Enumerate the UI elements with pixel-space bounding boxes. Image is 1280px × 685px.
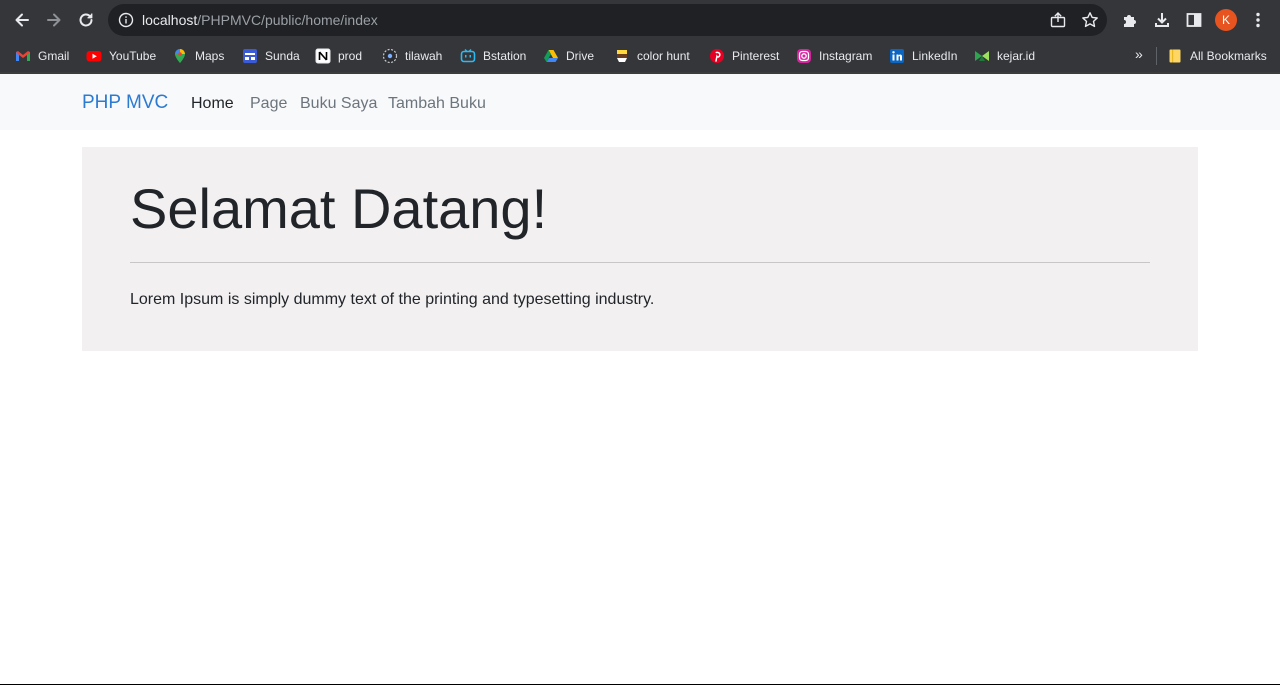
reload-icon[interactable]	[72, 6, 100, 34]
folder-icon	[1169, 49, 1181, 63]
jumbotron: Selamat Datang! Lorem Ipsum is simply du…	[82, 147, 1198, 351]
notion-icon	[315, 48, 331, 64]
bookmark-label: Pinterest	[732, 49, 780, 63]
side-panel-icon[interactable]	[1180, 6, 1208, 34]
bookmark-label: Maps	[195, 49, 225, 63]
bookmark-label: Gmail	[38, 49, 70, 63]
globe-icon	[382, 48, 398, 64]
bookmark-color-hunt[interactable]: color hunt	[614, 47, 690, 65]
bookmark-sunda[interactable]: Sunda	[242, 47, 300, 65]
bookmark-prod[interactable]: prod	[315, 47, 362, 65]
bookmarks-overflow-button[interactable]: »	[1135, 46, 1143, 62]
instagram-icon	[797, 49, 811, 63]
gmail-icon	[16, 51, 30, 61]
calendar-icon	[243, 49, 257, 63]
drive-icon	[544, 50, 558, 62]
navbar: PHP MVC Home Page Buku Saya Tambah Buku	[0, 74, 1280, 130]
kejar-icon	[975, 51, 989, 61]
pinterest-icon	[710, 49, 724, 63]
back-arrow-icon[interactable]	[8, 6, 36, 34]
bookmark-kejar-id[interactable]: kejar.id	[974, 47, 1035, 65]
star-icon[interactable]	[1081, 11, 1099, 29]
nav-link-buku-saya[interactable]: Buku Saya	[300, 94, 377, 114]
youtube-icon	[86, 51, 102, 62]
bookmarks-bar: Gmail YouTube Maps Sunda prod tilawah Bs…	[0, 40, 1280, 72]
bookmark-label: Instagram	[819, 49, 873, 63]
bookmark-label: kejar.id	[997, 49, 1036, 63]
share-icon[interactable]	[1049, 11, 1067, 29]
tv-icon	[460, 49, 476, 63]
bookmark-drive[interactable]: Drive	[543, 47, 594, 65]
bookmark-label: Sunda	[265, 49, 300, 63]
bookmark-instagram[interactable]: Instagram	[796, 47, 872, 65]
bookmark-linkedin[interactable]: LinkedIn	[889, 47, 957, 65]
bookmark-youtube[interactable]: YouTube	[86, 47, 156, 65]
bookmark-tilawah[interactable]: tilawah	[382, 47, 442, 65]
navbar-brand[interactable]: PHP MVC	[82, 91, 168, 115]
maps-icon	[175, 49, 185, 63]
bookmarks-divider	[1156, 47, 1157, 65]
all-bookmarks-button[interactable]: All Bookmarks	[1167, 47, 1267, 65]
bookmark-gmail[interactable]: Gmail	[15, 47, 69, 65]
profile-avatar[interactable]: K	[1215, 9, 1237, 31]
nav-link-page[interactable]: Page	[250, 94, 287, 114]
divider	[130, 262, 1150, 263]
bookmark-label: color hunt	[637, 49, 690, 63]
bookmark-pinterest[interactable]: Pinterest	[709, 47, 779, 65]
bookmark-label: tilawah	[405, 49, 443, 63]
page-title: Selamat Datang!	[130, 177, 548, 240]
nav-link-home[interactable]: Home	[191, 94, 234, 114]
url-text[interactable]: localhost/PHPMVC/public/home/index	[142, 12, 378, 28]
forward-arrow-icon[interactable]	[40, 6, 68, 34]
kebab-menu-icon[interactable]	[1244, 6, 1272, 34]
nav-link-tambah-buku[interactable]: Tambah Buku	[388, 94, 486, 114]
lead-text: Lorem Ipsum is simply dummy text of the …	[130, 291, 655, 308]
linkedin-icon	[890, 49, 904, 63]
bookmark-label: YouTube	[109, 49, 157, 63]
bookmark-label: LinkedIn	[912, 49, 958, 63]
bookmark-maps[interactable]: Maps	[172, 47, 224, 65]
download-icon[interactable]	[1148, 6, 1176, 34]
browser-chrome: localhost/PHPMVC/public/home/index K Gma…	[0, 0, 1280, 74]
browser-toolbar: localhost/PHPMVC/public/home/index K	[0, 0, 1280, 40]
address-bar[interactable]: localhost/PHPMVC/public/home/index	[108, 4, 1107, 36]
colorhunt-icon	[617, 50, 627, 62]
puzzle-icon[interactable]	[1116, 6, 1144, 34]
bookmark-label: prod	[338, 49, 363, 63]
info-icon[interactable]	[118, 12, 134, 28]
url-host: localhost	[142, 12, 198, 28]
bookmark-label: Drive	[566, 49, 595, 63]
url-path: /PHPMVC/public/home/index	[197, 12, 378, 28]
bookmark-label: Bstation	[483, 49, 527, 63]
all-bookmarks-label: All Bookmarks	[1190, 49, 1267, 63]
bookmark-bstation[interactable]: Bstation	[460, 47, 526, 65]
